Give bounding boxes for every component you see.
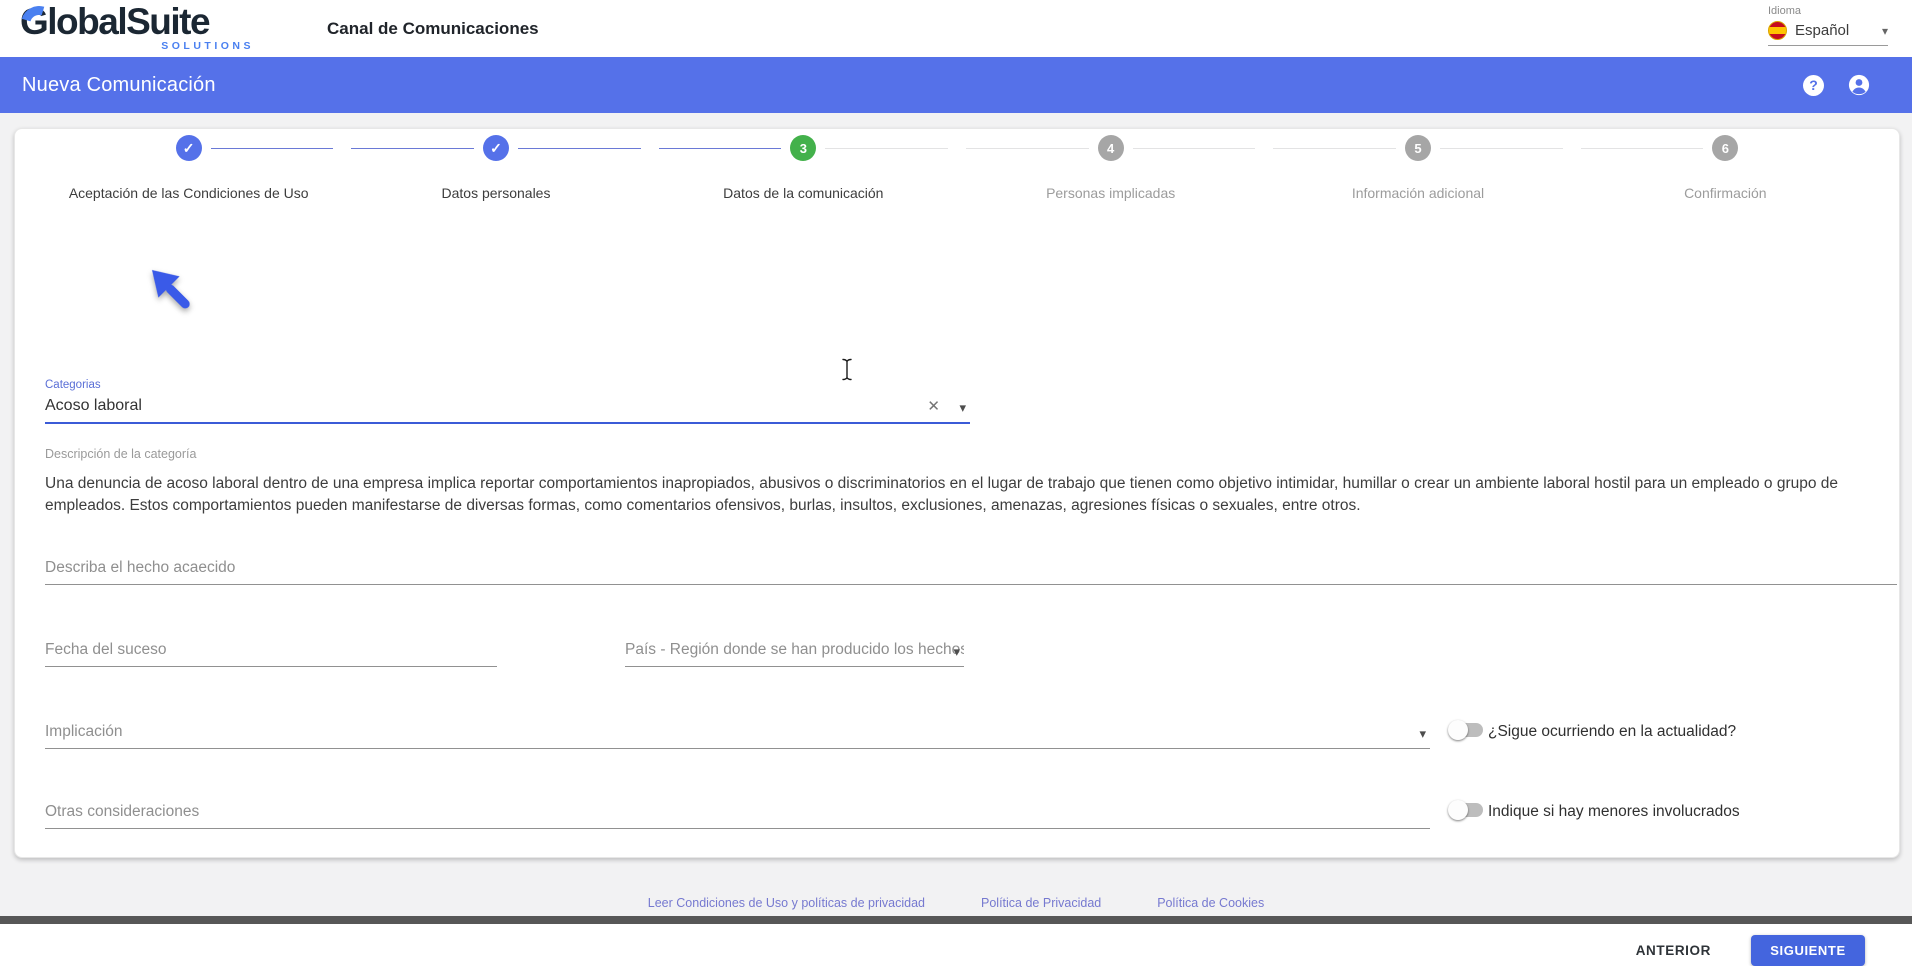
step-number: 3 [790, 135, 816, 161]
language-label: Idioma [1768, 5, 1888, 17]
language-selector[interactable]: Idioma Español ▾ [1768, 5, 1888, 46]
country-region-input[interactable] [625, 641, 964, 666]
privacy-policy-link[interactable]: Política de Privacidad [981, 896, 1101, 910]
account-button[interactable] [1848, 74, 1870, 96]
chevron-down-icon[interactable]: ▾ [953, 645, 960, 658]
stepper: ✓ Aceptación de las Condiciones de Uso ✓… [15, 135, 1899, 201]
action-buttons: ANTERIOR SIGUIENTE [1630, 935, 1865, 966]
page-title: Canal de Comunicaciones [327, 0, 539, 57]
cookies-policy-link[interactable]: Política de Cookies [1157, 896, 1264, 910]
step-label: Datos personales [442, 185, 551, 201]
involvement-select[interactable]: ▾ [45, 723, 1430, 749]
incident-date-input[interactable] [45, 641, 497, 666]
step-check-icon: ✓ [176, 135, 202, 161]
form-card: ✓ Aceptación de las Condiciones de Uso ✓… [14, 128, 1900, 858]
previous-button[interactable]: ANTERIOR [1630, 942, 1717, 959]
help-button[interactable]: ? [1803, 75, 1824, 96]
other-considerations-field[interactable] [45, 803, 1430, 829]
other-considerations-input[interactable] [45, 803, 1430, 828]
language-dropdown[interactable]: Español ▾ [1768, 21, 1888, 46]
incident-description-field[interactable] [45, 559, 1897, 585]
chevron-down-icon[interactable]: ▾ [1419, 727, 1426, 740]
still-happening-toggle[interactable] [1448, 720, 1484, 740]
next-button[interactable]: SIGUIENTE [1751, 935, 1865, 966]
incident-date-field[interactable] [45, 641, 497, 667]
toolbar-icons: ? [1803, 57, 1870, 113]
terms-link[interactable]: Leer Condiciones de Uso y políticas de p… [648, 896, 925, 910]
involvement-input[interactable] [45, 723, 1430, 748]
globalsuite-logo: GlobalSuite SOLUTIONS [20, 0, 260, 56]
step-check-icon: ✓ [483, 135, 509, 161]
person-icon [1848, 74, 1870, 96]
step-label: Confirmación [1684, 185, 1766, 201]
stepper-step-additional-info[interactable]: 5 Información adicional [1264, 135, 1571, 201]
step-number: 5 [1405, 135, 1431, 161]
bottom-bar [0, 916, 1912, 924]
text-cursor-icon [841, 358, 853, 386]
spain-flag-icon [1768, 21, 1787, 40]
incident-description-input[interactable] [45, 559, 1897, 584]
step-label: Información adicional [1352, 185, 1484, 201]
category-description-label: Descripción de la categoría [45, 447, 196, 461]
footer-links: Leer Condiciones de Uso y políticas de p… [0, 896, 1912, 910]
stepper-step-personal-data[interactable]: ✓ Datos personales [342, 135, 649, 201]
step-label: Personas implicadas [1046, 185, 1175, 201]
toolbar-title: Nueva Comunicación [22, 57, 216, 113]
chevron-down-icon: ▾ [1882, 24, 1888, 38]
step-label: Datos de la comunicación [723, 185, 883, 201]
country-region-select[interactable]: ▾ [625, 641, 964, 667]
top-header: GlobalSuite SOLUTIONS Canal de Comunicac… [0, 0, 1912, 57]
toolbar: Nueva Comunicación ? [0, 57, 1912, 113]
language-value: Español [1795, 22, 1874, 39]
minors-involved-label: Indique si hay menores involucrados [1488, 803, 1740, 821]
stepper-step-involved-people[interactable]: 4 Personas implicadas [957, 135, 1264, 201]
clear-icon[interactable]: ✕ [927, 399, 940, 414]
step-label: Aceptación de las Condiciones de Uso [69, 185, 309, 201]
categories-label: Categorias [45, 379, 101, 391]
minors-involved-toggle[interactable] [1448, 800, 1484, 820]
step-number: 4 [1098, 135, 1124, 161]
categories-select[interactable]: ✕ ▾ [45, 397, 970, 424]
chevron-down-icon[interactable]: ▾ [959, 401, 966, 414]
categories-input[interactable] [45, 397, 970, 422]
still-happening-label: ¿Sigue ocurriendo en la actualidad? [1488, 723, 1736, 741]
stepper-step-confirmation[interactable]: 6 Confirmación [1572, 135, 1879, 201]
stepper-step-communication-data[interactable]: 3 Datos de la comunicación [650, 135, 957, 201]
category-description-text: Una denuncia de acoso laboral dentro de … [45, 473, 1897, 516]
step-number: 6 [1712, 135, 1738, 161]
stepper-step-terms[interactable]: ✓ Aceptación de las Condiciones de Uso [35, 135, 342, 201]
